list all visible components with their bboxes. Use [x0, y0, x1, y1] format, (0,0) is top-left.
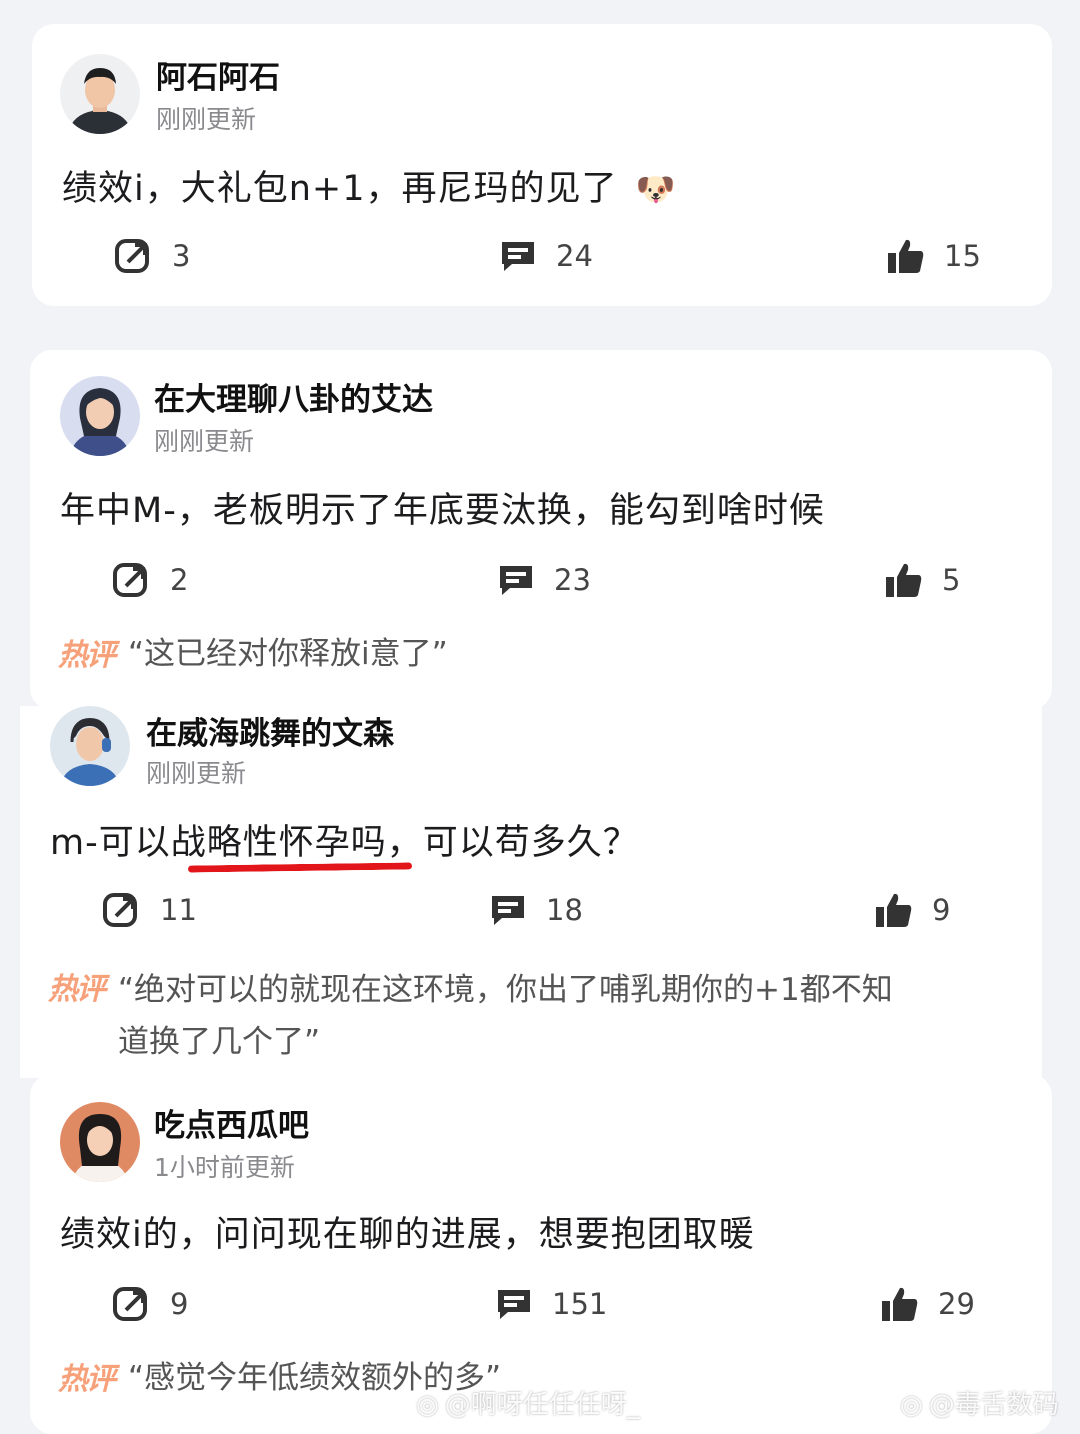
post-card[interactable]: 阿石阿石 刚刚更新 绩效i，大礼包n+1，再尼玛的见了 🐶 3 24 15	[32, 24, 1052, 306]
share-icon	[113, 563, 147, 597]
share-icon	[113, 1287, 147, 1321]
share-icon	[115, 239, 149, 273]
hot-comment-text: “这已经对你释放i意了”	[128, 636, 448, 672]
like-count: 5	[942, 563, 961, 597]
like-action[interactable]: 29	[880, 1284, 975, 1324]
username[interactable]: 在威海跳舞的文森	[146, 708, 394, 753]
username[interactable]: 在大理聊八卦的艾达	[154, 374, 433, 419]
share-icon	[103, 893, 137, 927]
post-card[interactable]: 在大理聊八卦的艾达 刚刚更新 年中M-，老板明示了年底要汰换，能勾到啥时候 2 …	[30, 350, 1052, 710]
thumbs-up-icon	[886, 563, 922, 597]
comment-count: 23	[554, 563, 591, 597]
like-count: 29	[938, 1287, 975, 1321]
hot-comment-line-1: “绝对可以的就现在这环境，你出了哺乳期你的+1都不知	[118, 972, 893, 1008]
comment-action[interactable]: 23	[496, 560, 591, 600]
avatar[interactable]	[60, 1102, 140, 1182]
post-time: 刚刚更新	[146, 759, 247, 788]
like-action[interactable]: 15	[886, 236, 981, 276]
hot-comment-tag: 热评	[58, 638, 116, 673]
comment-count: 18	[546, 893, 583, 927]
comment-icon	[498, 1290, 530, 1319]
share-count: 3	[172, 239, 191, 273]
weibo-logo-icon: ◎	[416, 1390, 439, 1420]
post-time: 刚刚更新	[154, 427, 255, 456]
share-action[interactable]: 2	[112, 560, 188, 600]
post-time: 刚刚更新	[156, 105, 257, 134]
comment-icon	[492, 896, 524, 925]
post-card[interactable]: 吃点西瓜吧 1小时前更新 绩效i的，问问现在聊的进展，想要抱团取暖 9 151 …	[30, 1074, 1052, 1434]
avatar[interactable]	[60, 376, 140, 456]
comment-count: 151	[552, 1287, 608, 1321]
share-action[interactable]: 3	[114, 236, 190, 276]
watermark-right: ◎ @毒舌数码	[900, 1384, 1059, 1421]
share-count: 2	[170, 563, 189, 597]
username[interactable]: 阿石阿石	[156, 52, 280, 97]
post-content: 绩效i的，问问现在聊的进展，想要抱团取暖	[60, 1215, 755, 1255]
post-content: m-可以战略性怀孕吗，可以苟多久？	[50, 823, 639, 863]
share-action[interactable]: 11	[102, 890, 197, 930]
hot-comment-tag: 热评	[48, 972, 106, 1007]
post-card[interactable]: 在威海跳舞的文森 刚刚更新 m-可以战略性怀孕吗，可以苟多久？ 11 18 9 …	[20, 706, 1042, 1078]
thumbs-up-icon	[876, 893, 912, 927]
comment-icon	[502, 242, 534, 271]
like-action[interactable]: 5	[884, 560, 960, 600]
thumbs-up-icon	[888, 239, 924, 273]
comment-action[interactable]: 18	[488, 890, 583, 930]
comment-action[interactable]: 151	[494, 1284, 607, 1324]
watermark-right-text: @毒舌数码	[928, 1390, 1059, 1420]
watermark-left: ◎ @啊呀任任任呀_	[416, 1384, 640, 1421]
weibo-logo-icon: ◎	[900, 1390, 923, 1420]
hot-comment-line-2: 道换了几个了”	[118, 1024, 321, 1060]
avatar[interactable]	[50, 706, 130, 786]
comment-action[interactable]: 24	[498, 236, 593, 276]
like-count: 15	[944, 239, 981, 273]
watermark-left-text: @啊呀任任任呀_	[444, 1390, 640, 1420]
dog-emoji-icon: 🐶	[635, 170, 677, 208]
post-content: 绩效i，大礼包n+1，再尼玛的见了 🐶	[62, 160, 677, 211]
post-content: 年中M-，老板明示了年底要汰换，能勾到啥时候	[60, 491, 825, 531]
comment-icon	[500, 566, 532, 595]
avatar[interactable]	[60, 54, 140, 134]
post-time: 1小时前更新	[154, 1153, 295, 1182]
post-content-text: 绩效i，大礼包n+1，再尼玛的见了	[62, 169, 618, 209]
hot-comment[interactable]: 热评 “这已经对你释放i意了”	[58, 630, 448, 678]
share-count: 9	[170, 1287, 189, 1321]
hot-comment-tag: 热评	[58, 1362, 116, 1397]
like-count: 9	[932, 893, 951, 927]
username[interactable]: 吃点西瓜吧	[154, 1100, 309, 1145]
hot-comment[interactable]: 热评 “绝对可以的就现在这环境，你出了哺乳期你的+1都不知 道换了几个了”	[48, 964, 1008, 1068]
share-count: 11	[160, 893, 197, 927]
hot-comment-body: “绝对可以的就现在这环境，你出了哺乳期你的+1都不知 道换了几个了”	[118, 964, 893, 1068]
share-action[interactable]: 9	[112, 1284, 188, 1324]
like-action[interactable]: 9	[874, 890, 950, 930]
thumbs-up-icon	[882, 1287, 918, 1321]
comment-count: 24	[556, 239, 593, 273]
